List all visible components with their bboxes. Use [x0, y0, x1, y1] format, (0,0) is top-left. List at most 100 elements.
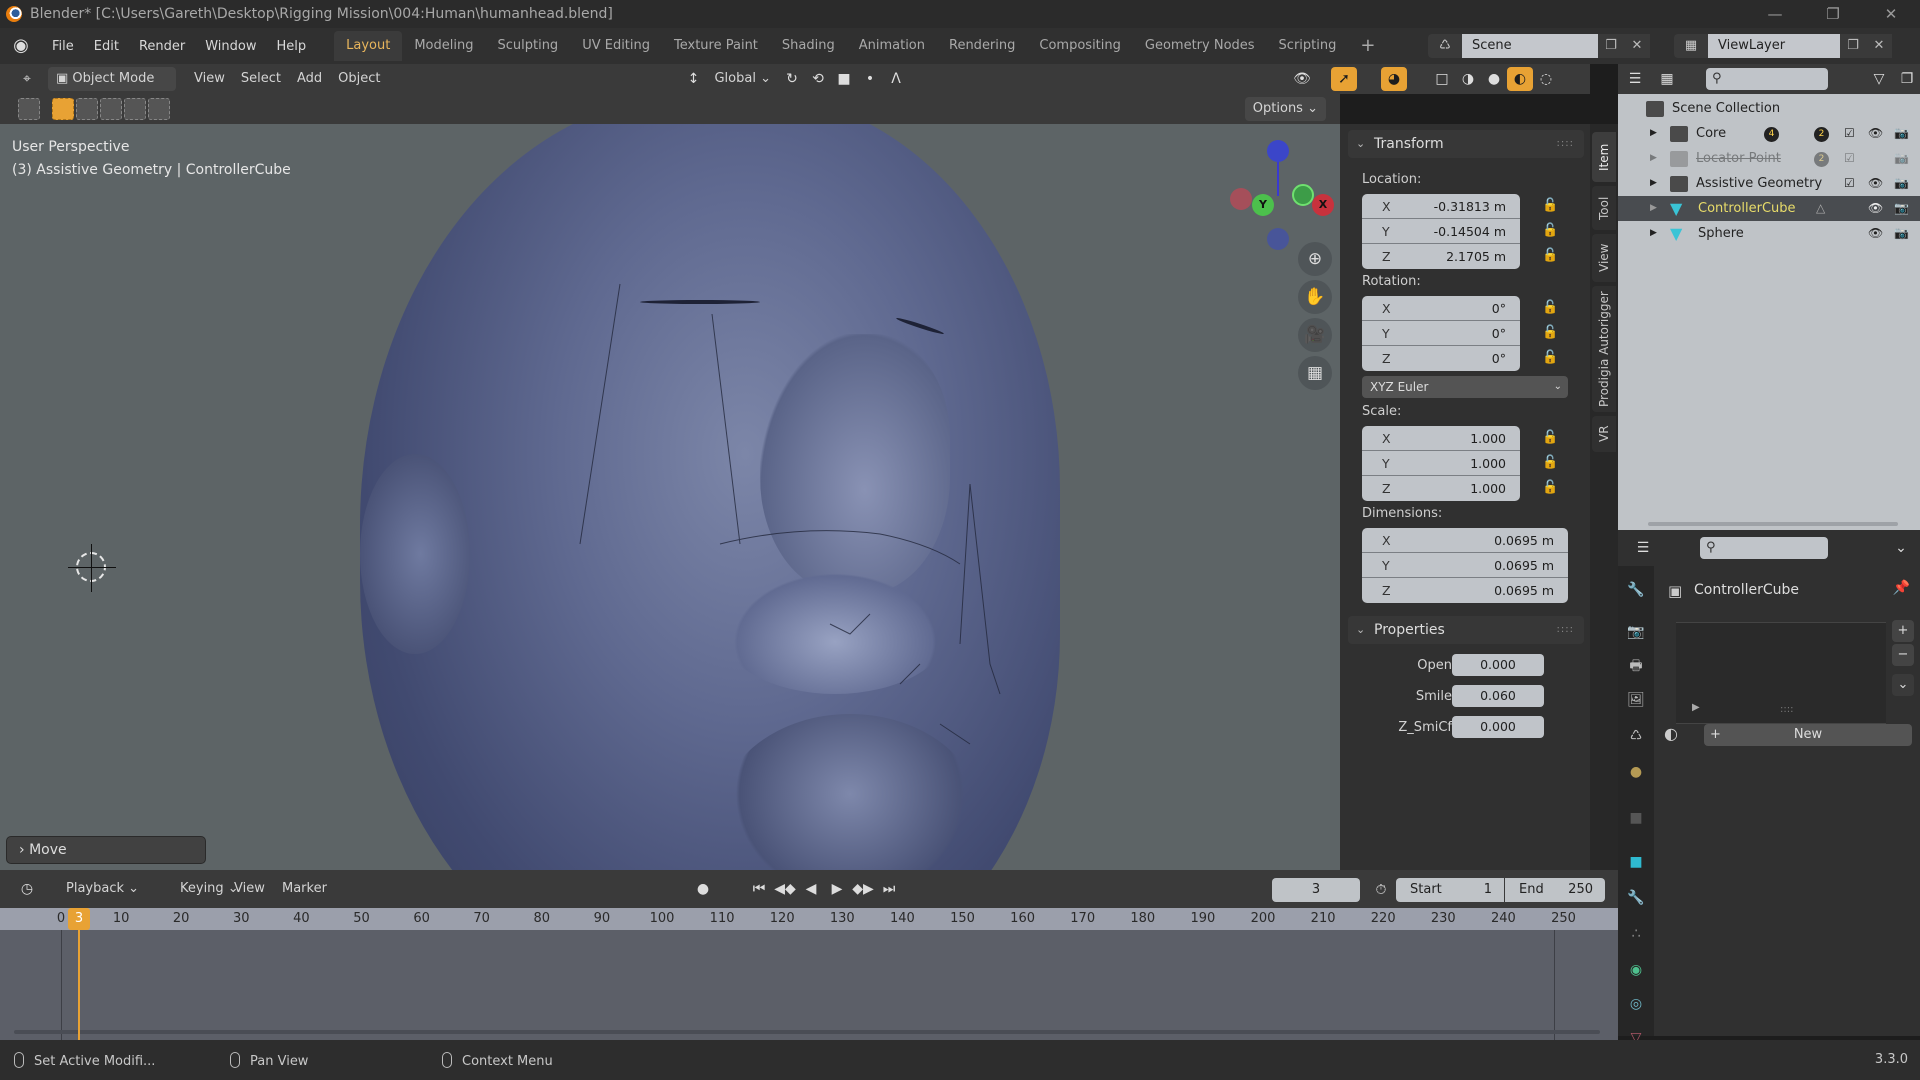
material-browse-icon[interactable]: ◐ — [1664, 724, 1678, 743]
solid-shading-icon[interactable]: ● — [1481, 67, 1507, 91]
editor-type-icon[interactable]: ⌖ — [14, 67, 40, 91]
menu-window[interactable]: Window — [195, 39, 266, 54]
exclude-checkbox[interactable]: ☑ — [1844, 146, 1855, 171]
sidebar-tab-prodigia-autorigger[interactable]: Prodigia Autorigger — [1592, 286, 1616, 412]
outliner-item-sphere[interactable]: ▶ ▼ Sphere 👁 📷 — [1618, 221, 1920, 246]
auto-keying-record-icon[interactable]: ● — [690, 877, 716, 901]
tab-sculpting[interactable]: Sculpting — [485, 31, 570, 61]
collection-properties-icon[interactable]: ■ — [1624, 806, 1648, 830]
jump-to-previous-keyframe-icon[interactable]: ◀◆ — [772, 877, 798, 901]
outliner-item-core[interactable]: ▶ Core 4 2 ☑ 👁 📷 — [1618, 121, 1920, 146]
gizmo-x-positive[interactable]: X — [1312, 194, 1334, 216]
select-tool-icon[interactable] — [18, 98, 40, 120]
drag-grip-icon[interactable]: :::: — [1557, 130, 1574, 158]
start-frame-field[interactable]: Start 1 — [1396, 878, 1504, 902]
scene-name-field[interactable]: Scene — [1462, 34, 1598, 58]
properties-panel-header[interactable]: ⌄ Properties :::: — [1348, 616, 1584, 644]
xray-toggle-icon[interactable]: □ — [1429, 67, 1455, 91]
tool-properties-icon[interactable]: 🔧 — [1624, 578, 1648, 602]
tab-rendering[interactable]: Rendering — [937, 31, 1027, 61]
visibility-icon[interactable]: 👁 — [1289, 67, 1315, 91]
material-slot-list[interactable]: ▶ :::: — [1676, 622, 1886, 724]
list-resize-grip-icon[interactable]: :::: — [1780, 704, 1793, 715]
scene-properties-icon[interactable]: ♺ — [1624, 724, 1648, 748]
play-icon[interactable]: ▶ — [824, 877, 850, 901]
properties-editor-type-icon[interactable]: ☰ — [1630, 536, 1656, 560]
lock-location-z-icon[interactable]: 🔓 — [1542, 248, 1562, 268]
expand-arrow-icon[interactable]: ▶ — [1650, 146, 1657, 171]
select-box-new-icon[interactable] — [52, 98, 74, 120]
camera-render-icon[interactable]: 📷 — [1894, 121, 1909, 146]
menu-add[interactable]: Add — [289, 67, 330, 91]
select-box-extend-icon[interactable] — [76, 98, 98, 120]
camera-render-icon[interactable]: 📷 — [1894, 146, 1909, 171]
jump-to-end-icon[interactable]: ⏭ — [876, 877, 902, 901]
snap-target-icon[interactable]: ■ — [831, 67, 857, 91]
outliner-editor-type-icon[interactable]: ☰ — [1622, 67, 1648, 91]
dimensions-z-field[interactable]: Z 0.0695 m — [1362, 578, 1568, 603]
modifier-properties-icon[interactable]: 🔧 — [1624, 886, 1648, 910]
menu-select[interactable]: Select — [233, 67, 289, 91]
outliner-item-assistive-geometry[interactable]: ▶ Assistive Geometry ☑ 👁 📷 — [1618, 171, 1920, 196]
rotation-y-field[interactable]: Y 0° — [1362, 321, 1520, 346]
world-properties-icon[interactable]: ● — [1624, 760, 1648, 784]
new-collection-icon[interactable]: ❐ — [1894, 67, 1920, 91]
jump-to-next-keyframe-icon[interactable]: ◆▶ — [850, 877, 876, 901]
lock-rotation-x-icon[interactable]: 🔓 — [1542, 300, 1562, 320]
gizmo-z-positive[interactable] — [1267, 140, 1289, 162]
scale-y-field[interactable]: Y 1.000 — [1362, 451, 1520, 476]
tab-compositing[interactable]: Compositing — [1027, 31, 1133, 61]
new-scene-button[interactable]: ❐ — [1598, 34, 1624, 58]
use-preview-range-stopwatch-icon[interactable]: ⏱ — [1368, 878, 1394, 902]
scene-icon[interactable]: ♺ — [1428, 34, 1462, 58]
add-workspace-button[interactable]: + — [1348, 31, 1387, 61]
timeline-view-menu[interactable]: View — [226, 877, 273, 901]
timeline-ruler[interactable]: 0 10 20 30 40 50 60 70 80 90 100 110 120 130 140 150 160… — [0, 908, 1618, 930]
tab-texture-paint[interactable]: Texture Paint — [662, 31, 770, 61]
lock-scale-z-icon[interactable]: 🔓 — [1542, 480, 1562, 500]
rotation-mode-dropdown[interactable]: XYZ Euler ⌄ — [1362, 376, 1568, 398]
drag-grip-icon[interactable]: :::: — [1557, 616, 1574, 644]
property-smile-field[interactable]: 0.060 — [1452, 685, 1544, 707]
current-frame-field[interactable]: 3 — [1272, 878, 1360, 902]
mesh-data-icon[interactable]: △ — [1816, 196, 1825, 221]
delete-scene-button[interactable]: ✕ — [1624, 34, 1650, 58]
outliner-scene-collection[interactable]: Scene Collection — [1618, 96, 1920, 121]
maximize-button[interactable]: ❐ — [1804, 0, 1862, 28]
gizmo-y-negative[interactable] — [1292, 184, 1314, 206]
render-properties-icon[interactable]: 📷 — [1624, 620, 1648, 644]
transform-orientation-icon[interactable]: ↕ — [680, 67, 706, 91]
output-properties-icon[interactable]: 🖶 — [1624, 654, 1648, 678]
gizmo-x-negative[interactable] — [1230, 188, 1252, 210]
outliner-scrollbar[interactable] — [1648, 522, 1898, 526]
expand-arrow-icon[interactable]: ▶ — [1650, 171, 1657, 196]
menu-object[interactable]: Object — [330, 67, 388, 91]
camera-view-icon[interactable]: 🎥 — [1298, 318, 1332, 352]
property-open-field[interactable]: 0.000 — [1452, 654, 1544, 676]
new-material-button[interactable]: + New — [1704, 724, 1912, 746]
outliner-search-input[interactable]: ⚲ — [1706, 68, 1828, 90]
view-layer-icon[interactable]: ▦ — [1674, 34, 1708, 58]
object-properties-icon[interactable]: ■ — [1624, 850, 1648, 874]
location-z-field[interactable]: Z 2.1705 m — [1362, 244, 1520, 269]
outliner-item-locator-point[interactable]: ▶ Locator Point 2 ☑ 📷 — [1618, 146, 1920, 171]
eye-visibility-icon[interactable]: 👁 — [1868, 196, 1883, 221]
delete-view-layer-button[interactable]: ✕ — [1866, 34, 1892, 58]
wireframe-shading-icon[interactable]: ◑ — [1455, 67, 1481, 91]
particles-properties-icon[interactable]: ∴ — [1624, 922, 1648, 946]
location-x-field[interactable]: X -0.31813 m — [1362, 194, 1520, 219]
camera-render-icon[interactable]: 📷 — [1894, 221, 1909, 246]
exclude-checkbox[interactable]: ☑ — [1844, 121, 1855, 146]
falloff-icon[interactable]: Λ — [883, 67, 909, 91]
physics-properties-icon[interactable]: ◉ — [1624, 958, 1648, 982]
blender-menu-icon[interactable]: ◉ — [10, 35, 32, 57]
expand-arrow-icon[interactable]: ▶ — [1650, 121, 1657, 146]
new-view-layer-button[interactable]: ❐ — [1840, 34, 1866, 58]
timeline-scrollbar[interactable] — [14, 1030, 1600, 1034]
eye-visibility-icon[interactable]: 👁 — [1868, 171, 1883, 196]
menu-edit[interactable]: Edit — [84, 39, 129, 54]
camera-render-icon[interactable]: 📷 — [1894, 196, 1909, 221]
expand-arrow-icon[interactable]: ▶ — [1650, 221, 1657, 246]
options-dropdown[interactable]: Options ⌄ — [1244, 97, 1326, 121]
playback-menu[interactable]: Playback ⌄ — [58, 877, 147, 901]
